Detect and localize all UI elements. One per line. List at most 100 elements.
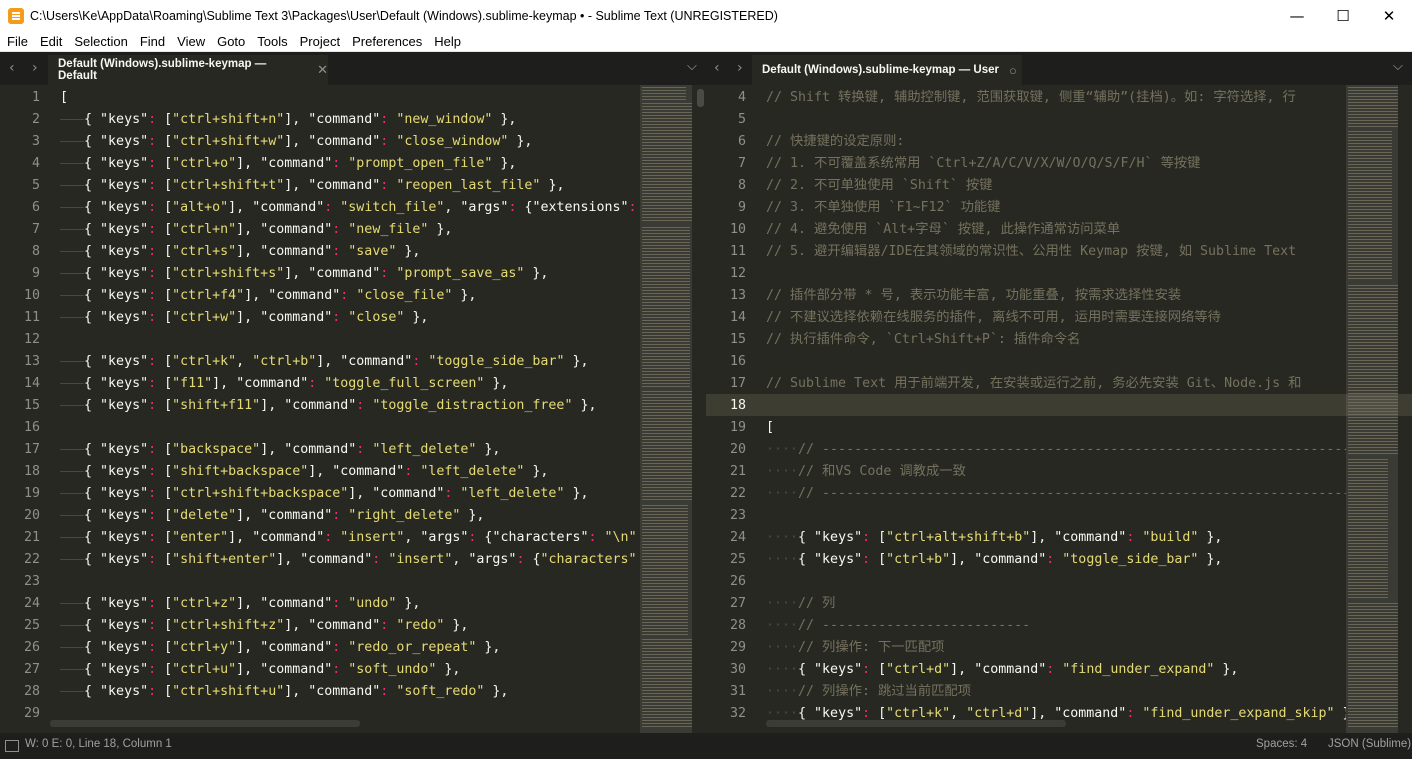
- right-back-icon[interactable]: ‹: [714, 60, 720, 76]
- maximize-button[interactable]: ☐: [1320, 0, 1366, 31]
- left-code-line[interactable]: ———{ "keys": ["delete"], "command": "rig…: [60, 505, 640, 527]
- menu-preferences[interactable]: Preferences: [348, 34, 426, 49]
- menu-project[interactable]: Project: [296, 34, 344, 49]
- left-code-line[interactable]: [60, 329, 640, 351]
- left-code-line[interactable]: ———{ "keys": ["backspace"], "command": "…: [60, 439, 640, 461]
- left-code-line[interactable]: [60, 571, 640, 593]
- menu-goto[interactable]: Goto: [213, 34, 249, 49]
- menu-tools[interactable]: Tools: [253, 34, 291, 49]
- right-code-line[interactable]: // 4. 避免使用 `Alt+字母` 按键, 此操作通常访问菜单: [766, 219, 1346, 241]
- left-code-line[interactable]: ———{ "keys": ["ctrl+f4"], "command": "cl…: [60, 285, 640, 307]
- right-code-line[interactable]: // 3. 不单独使用 `F1~F12` 功能键: [766, 197, 1346, 219]
- right-code-line[interactable]: ····// ---------------------------------…: [766, 483, 1346, 505]
- right-code-line[interactable]: [766, 505, 1346, 527]
- right-code-line[interactable]: ····// --------------------------: [766, 615, 1346, 637]
- left-code-line[interactable]: ———{ "keys": ["ctrl+shift+n"], "command"…: [60, 109, 640, 131]
- menu-edit[interactable]: Edit: [36, 34, 66, 49]
- left-code-line[interactable]: ———{ "keys": ["ctrl+shift+s"], "command"…: [60, 263, 640, 285]
- right-code-line[interactable]: [766, 395, 1346, 417]
- tab-default-keymap[interactable]: Default (Windows).sublime-keymap — Defau…: [48, 55, 328, 85]
- right-line-number: 5: [737, 112, 746, 127]
- left-code-line[interactable]: ———{ "keys": ["shift+enter"], "command":…: [60, 549, 640, 571]
- left-editor-pane[interactable]: 1 [2 ———{ "keys": ["ctrl+shift+n"], "comma…: [0, 85, 706, 733]
- right-editor-pane[interactable]: 4 // Shift 转换键, 辅助控制键, 范围获取键, 侧重“辅助”(挂档)。…: [706, 85, 1412, 733]
- menu-find[interactable]: Find: [136, 34, 169, 49]
- left-code-line[interactable]: ———{ "keys": ["ctrl+k", "ctrl+b"], "comm…: [60, 351, 640, 373]
- left-forward-icon[interactable]: ›: [32, 60, 38, 76]
- close-button[interactable]: ✕: [1366, 0, 1412, 31]
- right-code-line[interactable]: ····// 和VS Code 调教成一致: [766, 461, 1346, 483]
- left-code-line[interactable]: ———{ "keys": ["ctrl+o"], "command": "pro…: [60, 153, 640, 175]
- right-code-line[interactable]: ····{ "keys": ["ctrl+alt+shift+b"], "com…: [766, 527, 1346, 549]
- left-line-number: 11: [23, 310, 40, 325]
- right-code-line[interactable]: // 不建议选择依赖在线服务的插件, 离线不可用, 运用时需要连接网络等待: [766, 307, 1346, 329]
- right-code-line[interactable]: [: [766, 417, 1346, 439]
- left-code-line[interactable]: [60, 703, 640, 725]
- right-code-line[interactable]: ····// 列: [766, 593, 1346, 615]
- right-code-line[interactable]: // 快捷键的设定原则:: [766, 131, 1346, 153]
- tab-close-icon[interactable]: ✕: [317, 62, 328, 78]
- right-line-number: 31: [729, 684, 746, 699]
- menu-view[interactable]: View: [173, 34, 209, 49]
- left-code-line[interactable]: ———{ "keys": ["ctrl+shift+w"], "command"…: [60, 131, 640, 153]
- tab-dirty-icon[interactable]: ○: [1009, 63, 1017, 78]
- right-line-number: 10: [729, 222, 746, 237]
- left-code-line[interactable]: ———{ "keys": ["ctrl+shift+backspace"], "…: [60, 483, 640, 505]
- left-code-line[interactable]: ———{ "keys": ["ctrl+z"], "command": "und…: [60, 593, 640, 615]
- left-tab-dropdown-icon[interactable]: ⌵: [687, 59, 697, 74]
- left-line-number: 6: [31, 200, 40, 215]
- status-indentation[interactable]: Spaces: 4: [1256, 738, 1307, 750]
- left-code-line[interactable]: ———{ "keys": ["ctrl+u"], "command": "sof…: [60, 659, 640, 681]
- right-tab-dropdown-icon[interactable]: ⌵: [1393, 59, 1403, 74]
- right-code-line[interactable]: // 1. 不可覆盖系统常用 `Ctrl+Z/A/C/V/X/W/O/Q/S/F…: [766, 153, 1346, 175]
- right-code-line[interactable]: ····{ "keys": ["ctrl+d"], "command": "fi…: [766, 659, 1346, 681]
- menu-selection[interactable]: Selection: [70, 34, 131, 49]
- left-code-line[interactable]: ———{ "keys": ["ctrl+y"], "command": "red…: [60, 637, 640, 659]
- right-code-line[interactable]: ····{ "keys": ["ctrl+b"], "command": "to…: [766, 549, 1346, 571]
- left-code-line[interactable]: ———{ "keys": ["enter"], "command": "inse…: [60, 527, 640, 549]
- left-line-number: 9: [31, 266, 40, 281]
- right-line-number: 7: [737, 156, 746, 171]
- right-code-line[interactable]: ····// 列操作: 下一匹配项: [766, 637, 1346, 659]
- left-code-line[interactable]: ———{ "keys": ["alt+o"], "command": "swit…: [60, 197, 640, 219]
- menu-help[interactable]: Help: [430, 34, 465, 49]
- left-code-line[interactable]: ———{ "keys": ["ctrl+w"], "command": "clo…: [60, 307, 640, 329]
- right-code-line[interactable]: ····// ---------------------------------…: [766, 439, 1346, 461]
- left-code-line[interactable]: [60, 417, 640, 439]
- right-code-line[interactable]: // 插件部分带 * 号, 表示功能丰富, 功能重叠, 按需求选择性安装: [766, 285, 1346, 307]
- right-code-line[interactable]: // Sublime Text 用于前端开发, 在安装或运行之前, 务必先安装 …: [766, 373, 1346, 395]
- tab-user-keymap[interactable]: Default (Windows).sublime-keymap — User …: [752, 55, 1022, 85]
- right-code-line[interactable]: // 5. 避开编辑器/IDE在其领域的常识性、公用性 Keymap 按键, 如…: [766, 241, 1346, 263]
- left-code-line[interactable]: ———{ "keys": ["shift+backspace"], "comma…: [60, 461, 640, 483]
- tab-label: Default (Windows).sublime-keymap — User: [762, 64, 999, 76]
- right-line-number: 26: [729, 574, 746, 589]
- left-code-line[interactable]: ———{ "keys": ["ctrl+shift+u"], "command"…: [60, 681, 640, 703]
- right-code-line[interactable]: [766, 571, 1346, 593]
- left-code-line[interactable]: ———{ "keys": ["ctrl+shift+z"], "command"…: [60, 615, 640, 637]
- right-minimap[interactable]: [1346, 85, 1398, 733]
- right-code-line[interactable]: [766, 351, 1346, 373]
- right-forward-icon[interactable]: ›: [737, 60, 743, 76]
- right-code-line[interactable]: // 执行插件命令, `Ctrl+Shift+P`: 插件命令名: [766, 329, 1346, 351]
- right-code-line[interactable]: ····// 列操作: 跳过当前匹配项: [766, 681, 1346, 703]
- left-code-line[interactable]: ———{ "keys": ["ctrl+shift+t"], "command"…: [60, 175, 640, 197]
- right-code-line[interactable]: // 2. 不可单独使用 `Shift` 按键: [766, 175, 1346, 197]
- console-icon[interactable]: [5, 740, 19, 752]
- menu-file[interactable]: File: [3, 34, 32, 49]
- left-code-line[interactable]: ———{ "keys": ["ctrl+n"], "command": "new…: [60, 219, 640, 241]
- right-code-line[interactable]: [766, 263, 1346, 285]
- right-code-line[interactable]: [766, 109, 1346, 131]
- right-line-number: 32: [729, 706, 746, 721]
- left-code-line[interactable]: ———{ "keys": ["f11"], "command": "toggle…: [60, 373, 640, 395]
- left-code-line[interactable]: [: [60, 87, 640, 109]
- left-vertical-scrollbar[interactable]: [697, 89, 704, 107]
- left-back-icon[interactable]: ‹: [9, 60, 15, 76]
- left-code-line[interactable]: ———{ "keys": ["shift+f11"], "command": "…: [60, 395, 640, 417]
- right-code-line[interactable]: // Shift 转换键, 辅助控制键, 范围获取键, 侧重“辅助”(挂档)。如…: [766, 87, 1346, 109]
- left-tab-bar: ‹ › Default (Windows).sublime-keymap — D…: [0, 52, 706, 85]
- right-code-line[interactable]: ····{ "keys": ["ctrl+k", "ctrl+d"], "com…: [766, 703, 1346, 725]
- status-syntax[interactable]: JSON (Sublime): [1328, 738, 1411, 750]
- minimize-button[interactable]: —: [1274, 0, 1320, 31]
- left-code-line[interactable]: ———{ "keys": ["ctrl+s"], "command": "sav…: [60, 241, 640, 263]
- left-minimap[interactable]: [640, 85, 692, 733]
